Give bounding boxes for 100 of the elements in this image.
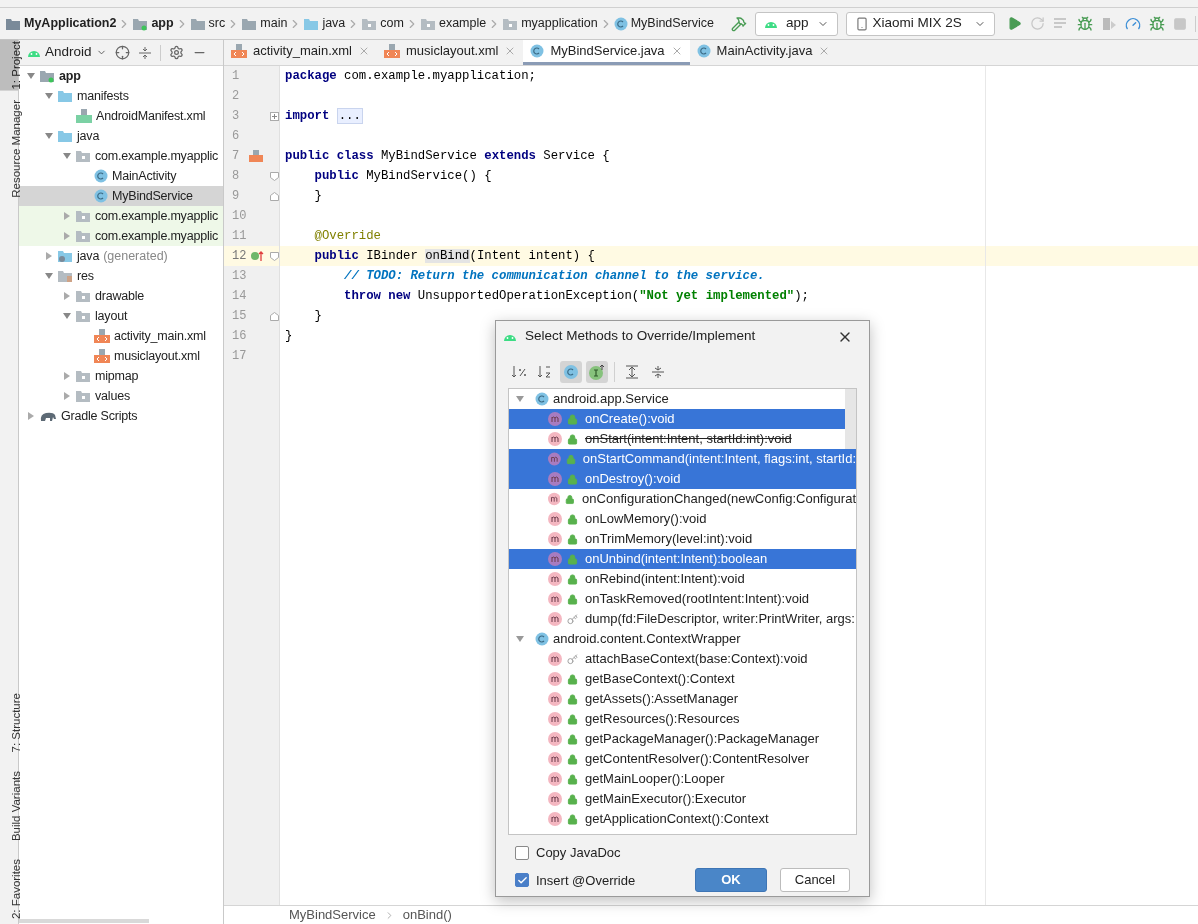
method-label: onConfigurationChanged(newConfig:Configurat (582, 490, 856, 509)
method-label: getBaseContext():Context (585, 670, 735, 689)
method-item[interactable]: onConfigurationChanged(newConfig:Configurat (509, 489, 856, 509)
method-item[interactable]: getAssets():AssetManager (509, 689, 856, 709)
method-item[interactable]: getContentResolver():ContentResolver (509, 749, 856, 769)
tree-item[interactable]: android.app.Service (509, 389, 856, 409)
method-label: onCreate():void (585, 410, 675, 429)
ok-button[interactable]: OK (695, 868, 767, 892)
method-item[interactable]: onDestroy():void (509, 469, 856, 489)
method-label: dump(fd:FileDescriptor, writer:PrintWriter, args: (585, 610, 855, 629)
breadcrumb-item[interactable]: example (438, 14, 487, 33)
tree-item[interactable]: MainActivity (19, 166, 223, 186)
tool-window-tab[interactable]: 7: Structure (0, 692, 18, 754)
method-label: getApplicationContext():Context (585, 810, 769, 829)
code-line: throw new UnsupportedOperationException("Not yet implemented"); (343, 287, 809, 305)
method-item[interactable]: getResources():Resources (509, 709, 856, 729)
tree-label: app (59, 67, 81, 85)
editor-tab[interactable]: activity_main.xml (224, 40, 377, 65)
tool-window-tab[interactable]: 2: Favorites (0, 857, 18, 920)
editor-tab[interactable]: musiclayout.xml (376, 40, 524, 65)
method-label: onRebind(intent:Intent):void (585, 570, 745, 589)
tree-label: com.example.myapplic (95, 227, 219, 245)
breadcrumb-item[interactable]: src (208, 14, 226, 33)
tree-item[interactable]: activity_main.xml (19, 326, 223, 346)
method-item[interactable]: onTrimMemory(level:int):void (509, 529, 856, 549)
method-item[interactable]: attachBaseContext(base:Context):void (509, 649, 856, 669)
code-line: } (285, 327, 293, 345)
method-item[interactable]: getBaseContext():Context (509, 669, 856, 689)
breadcrumb-item[interactable]: com (380, 14, 404, 33)
tree-label-suffix: (generated) (103, 247, 168, 265)
breadcrumb-item[interactable]: java (322, 14, 346, 33)
tree-label: MainActivity (112, 167, 177, 185)
tree-item[interactable]: Gradle Scripts (19, 406, 223, 426)
method-item[interactable]: getApplicationContext():Context (509, 809, 856, 829)
line-number: 6 (231, 128, 241, 145)
breadcrumb-item[interactable]: MyBindService (630, 14, 714, 33)
method-item[interactable]: onUnbind(intent:Intent):boolean (509, 549, 856, 569)
tree-item[interactable]: java (generated) (19, 246, 223, 266)
tree-item[interactable]: app (19, 66, 223, 86)
tree-label: layout (95, 307, 128, 325)
method-label: getResources():Resources (585, 710, 740, 729)
tree-label: android.app.Service (553, 390, 669, 409)
code-line: public MyBindService() { (313, 167, 492, 185)
line-number: 12 (231, 248, 244, 265)
breadcrumb-item[interactable]: myapplication (521, 14, 598, 33)
breadcrumb-item[interactable]: app (151, 14, 174, 33)
breadcrumb-item[interactable]: MyBindService (289, 905, 376, 924)
tree-item[interactable]: drawable (19, 286, 223, 306)
dialog-title: Select Methods to Override/Implement (525, 327, 757, 346)
tree-item[interactable]: com.example.myapplic (19, 146, 223, 166)
line-number: 3 (231, 108, 241, 125)
line-number: 1 (231, 68, 241, 85)
tree-item[interactable]: res (19, 266, 223, 286)
tree-label: AndroidManifest.xml (96, 107, 206, 125)
tree-item[interactable]: layout (19, 306, 223, 326)
line-number: 8 (231, 168, 241, 185)
tree-item[interactable]: com.example.myapplic (19, 206, 223, 226)
method-label: getAssets():AssetManager (585, 690, 739, 709)
tree-item[interactable]: mipmap (19, 366, 223, 386)
line-number: 14 (231, 288, 244, 305)
breadcrumb-item[interactable]: main (260, 14, 288, 33)
tree-item[interactable]: MyBindService (19, 186, 223, 206)
checkbox-label: Insert @Override (536, 871, 636, 890)
method-label: onUnbind(intent:Intent):boolean (585, 550, 768, 569)
code-line: } (313, 187, 322, 205)
method-item[interactable]: getMainExecutor():Executor (509, 789, 856, 809)
line-number: 7 (231, 148, 241, 165)
tree-label: res (77, 267, 94, 285)
line-number: 17 (231, 348, 244, 365)
tree-item[interactable]: musiclayout.xml (19, 346, 223, 366)
breadcrumb-item[interactable]: MyApplication2 (24, 14, 117, 33)
cancel-button[interactable]: Cancel (780, 868, 850, 892)
method-item[interactable]: onStart(intent:Intent, startId:int):void (509, 429, 856, 449)
tool-window-tab[interactable]: Build Variants (0, 769, 18, 842)
editor-tab[interactable]: MyBindService.java (523, 40, 690, 65)
method-item[interactable]: getMainLooper():Looper (509, 769, 856, 789)
method-item[interactable]: onTaskRemoved(rootIntent:Intent):void (509, 589, 856, 609)
method-label: onDestroy():void (585, 470, 681, 489)
code-line: public class MyBindService extends Service { (285, 147, 610, 165)
tree-label: com.example.myapplic (95, 147, 219, 165)
method-item[interactable]: dump(fd:FileDescriptor, writer:PrintWriter, args: (509, 609, 856, 629)
tree-item[interactable]: android.content.ContextWrapper (509, 629, 856, 649)
line-number: 15 (231, 308, 244, 325)
checkbox-label: Copy JavaDoc (536, 844, 621, 862)
device-dropdown[interactable]: Xiaomi MIX 2S (845, 11, 995, 36)
method-label: getContentResolver():ContentResolver (585, 750, 809, 769)
tree-item[interactable]: manifests (19, 86, 223, 106)
method-item[interactable]: getPackageManager():PackageManager (509, 729, 856, 749)
run-config-dropdown[interactable]: app (755, 11, 838, 36)
code-line: import ... (285, 106, 363, 126)
line-number: 10 (231, 208, 244, 225)
method-item[interactable]: onRebind(intent:Intent):void (509, 569, 856, 589)
tree-item[interactable]: values (19, 386, 223, 406)
editor-tab[interactable]: MainActivity.java (689, 40, 838, 65)
tree-item[interactable]: java (19, 126, 223, 146)
method-item[interactable]: onLowMemory():void (509, 509, 856, 529)
method-item[interactable]: onStartCommand(intent:Intent, flags:int, startId: (509, 449, 856, 469)
method-label: getMainExecutor():Executor (585, 790, 747, 809)
tree-item[interactable]: com.example.myapplic (19, 226, 223, 246)
breadcrumb-item[interactable]: onBind() (402, 905, 452, 924)
